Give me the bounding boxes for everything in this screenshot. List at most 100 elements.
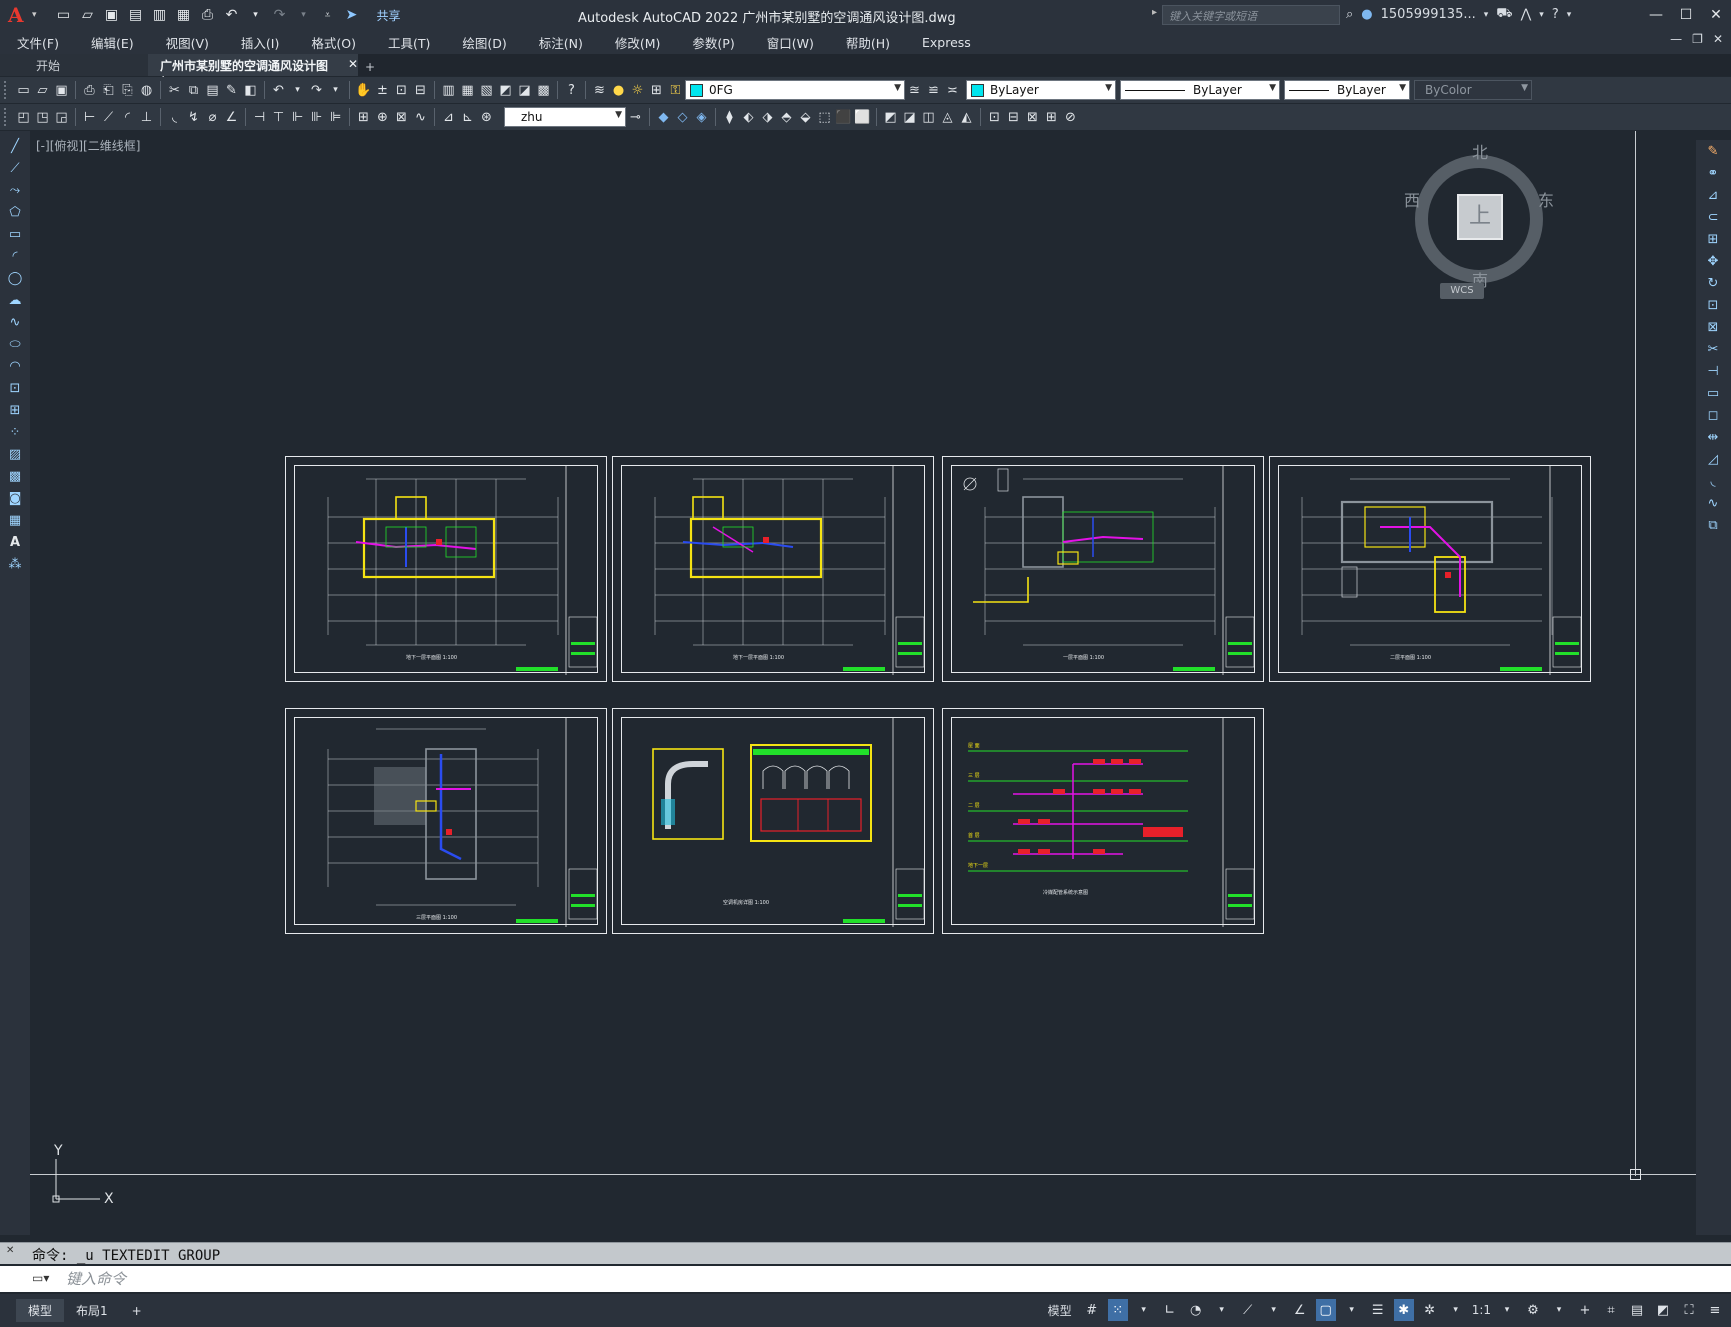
insert-block-draw-icon[interactable]: ⊡ [3,377,27,399]
lineweight-dropdown[interactable]: ByLayer ▼ [1284,80,1410,100]
grid-icon[interactable]: # [1082,1299,1102,1321]
tab-drawing[interactable]: 广州市某别墅的空调通风设计图* ✕ [148,54,358,88]
autodesk-app-icon[interactable]: ⋀ [1521,7,1532,22]
block-editor-icon[interactable]: ◧ [241,81,260,100]
region-icon[interactable]: ◙ [3,487,27,509]
share-icon[interactable]: ➤ [343,6,361,24]
point-icon[interactable]: ⁘ [3,421,27,443]
linear-dim-icon[interactable]: ⊢ [80,108,99,127]
radius-dim-icon[interactable]: ◟ [165,108,184,127]
layer-merge-icon[interactable]: ⬙ [796,108,815,127]
layer-unisolate-icon[interactable]: ◇ [673,108,692,127]
draworder-above-icon[interactable]: ◫ [919,108,938,127]
dim-style-icon[interactable]: ⊸ [626,108,645,127]
drawing-canvas[interactable]: [-][俯视][二维线框] 上 北 南 东 西 WCS Y X 地下一层平面图 … [30,131,1696,1235]
revision-cloud-icon[interactable]: ☁ [3,289,27,311]
mtext-icon[interactable]: A [3,531,27,553]
doc-minimize-button[interactable]: — [1670,32,1682,46]
construction-line-icon[interactable]: ⟋ [3,157,27,179]
save-icon[interactable]: ▣ [103,6,121,24]
dim-text-edit-icon[interactable]: ⊾ [458,108,477,127]
command-input[interactable] [66,1268,1266,1290]
menu-tools[interactable]: 工具(T) [371,33,445,52]
text-front-icon[interactable]: ◭ [957,108,976,127]
snap-dropdown-icon[interactable]: ▾ [1134,1299,1154,1321]
tab-start[interactable]: 开始 [0,54,148,76]
viewcube-top-face[interactable]: 上 [1457,194,1503,240]
layer-unlock-icon[interactable]: ⬜ [853,108,872,127]
diameter-dim-icon[interactable]: ⌀ [203,108,222,127]
menu-help[interactable]: 帮助(H) [829,33,905,52]
menu-edit[interactable]: 编辑(E) [74,33,149,52]
markup-icon[interactable]: ◪ [515,81,534,100]
polar-dropdown-icon[interactable]: ▾ [1212,1299,1232,1321]
snap-icon[interactable]: ⁙ [1107,1299,1128,1321]
break-icon[interactable]: ◻ [1700,404,1726,426]
layer-isolate-icon[interactable]: ◆ [654,108,673,127]
cut-icon[interactable]: ✂ [165,81,184,100]
drawing-sheet-3[interactable]: 一层平面图 1:100 [942,456,1264,682]
menu-file[interactable]: 文件(F) [0,33,74,52]
user-dropdown-icon[interactable]: ▾ [1484,10,1489,20]
polyline-icon[interactable]: ⤳ [3,179,27,201]
viewcube[interactable]: 上 北 南 东 西 [1400,135,1570,325]
toolbar-grip[interactable] [4,108,10,126]
publish-toolbar-icon[interactable]: ⎘ [118,81,137,100]
3d-print-icon[interactable]: ◍ [137,81,156,100]
export-icon[interactable]: ▦ [175,6,193,24]
isodraft-dropdown-icon[interactable]: ▾ [1264,1299,1284,1321]
dim-space-icon[interactable]: ⊪ [307,108,326,127]
inspect-icon[interactable]: ⊠ [392,108,411,127]
circle-icon[interactable]: ◯ [3,267,27,289]
plot-icon[interactable]: ⎙ [80,81,99,100]
chamfer-icon[interactable]: ◿ [1700,448,1726,470]
draworder-front-icon[interactable]: ◩ [881,108,900,127]
trim-icon[interactable]: ✂ [1700,338,1726,360]
close-button[interactable]: ✕ [1701,0,1731,30]
quickcalc-icon[interactable]: ▩ [534,81,553,100]
doc-close-button[interactable]: ✕ [1713,32,1723,46]
ellipse-icon[interactable]: ⬭ [3,333,27,355]
isolate-objects-icon[interactable]: ◩ [1653,1299,1673,1321]
layer-lock-icon[interactable]: ⚿ [666,81,685,100]
angular-dim-icon[interactable]: ∠ [222,108,241,127]
rotate-icon[interactable]: ↻ [1700,272,1726,294]
drawing-sheet-4[interactable]: 二层平面图 1:100 [1269,456,1591,682]
wcs-menu[interactable]: WCS [1440,283,1484,299]
customize-menu-icon[interactable]: ≡ [1705,1299,1725,1321]
extend-icon[interactable]: ⊣ [1700,360,1726,382]
break-at-point-icon[interactable]: ▭ [1700,382,1726,404]
search-expand-icon[interactable]: ▸ [1152,7,1157,18]
center-mark-icon[interactable]: ⊕ [373,108,392,127]
polygon-icon[interactable]: ⬠ [3,201,27,223]
menu-modify[interactable]: 修改(M) [598,33,676,52]
annotation-visibility-icon[interactable]: ✱ [1393,1299,1414,1321]
undo-toolbar-icon[interactable]: ↶ [269,81,288,100]
redo-list-icon[interactable]: ▾ [326,81,345,100]
line-icon[interactable]: ╱ [3,135,27,157]
stretch-icon[interactable]: ⊠ [1700,316,1726,338]
clean-screen-icon[interactable]: ⛶ [1679,1299,1699,1321]
help-toolbar-icon[interactable]: ? [562,81,581,100]
menu-dimension[interactable]: 标注(N) [522,33,598,52]
adjust-icon[interactable]: ⊞ [1042,108,1061,127]
paste-icon[interactable]: ▤ [203,81,222,100]
layer-change-icon[interactable]: ⬗ [758,108,777,127]
hatch-icon[interactable]: ▨ [3,443,27,465]
user-icon[interactable]: ● [1361,7,1372,22]
search-input[interactable]: 键入关键字或短语 [1162,5,1340,25]
attach-icon[interactable]: ⊟ [1004,108,1023,127]
undo-list-icon[interactable]: ▾ [288,81,307,100]
layer-walk-icon[interactable]: ⧫ [720,108,739,127]
layer-on-icon[interactable]: ● [609,81,628,100]
explode-icon[interactable]: ⧉ [1700,514,1726,536]
drawing-sheet-5[interactable]: 三层平面图 1:100 [285,708,607,934]
clip-icon[interactable]: ⊠ [1023,108,1042,127]
make-block-icon[interactable]: ⊞ [3,399,27,421]
table-icon[interactable]: ▦ [3,509,27,531]
drawing-sheet-7[interactable]: 屋 面 三 层 二 层 首 层 地下一层 冷媒配管系统示意图 [942,708,1264,934]
layer-delete-icon[interactable]: ⬚ [815,108,834,127]
menu-window[interactable]: 窗口(W) [750,33,829,52]
dim-update-icon[interactable]: ⊛ [477,108,496,127]
menu-view[interactable]: 视图(V) [149,33,224,52]
